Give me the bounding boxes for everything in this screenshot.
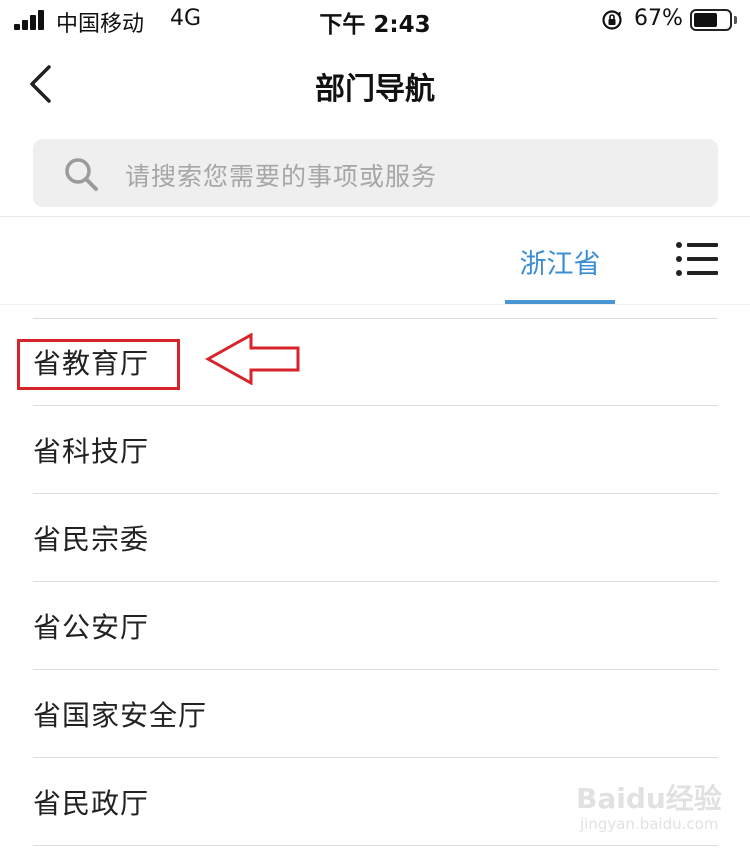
battery-percent: 67%: [634, 6, 683, 31]
list-item[interactable]: 省公安厅: [0, 582, 750, 670]
arrow-left-icon: [205, 333, 300, 385]
list-item[interactable]: 省民宗委: [0, 494, 750, 582]
department-list: 省教育厅 省科技厅 省民宗委 省公安厅 省国家安全厅 省民政厅: [0, 318, 750, 846]
battery-icon: [690, 9, 732, 31]
list-item-label: 省国家安全厅: [33, 699, 208, 732]
list-menu-icon[interactable]: [675, 241, 719, 277]
list-item[interactable]: 省国家安全厅: [0, 670, 750, 758]
list-item-label: 省民政厅: [33, 787, 150, 820]
divider: [0, 304, 750, 305]
watermark-url: jingyan.baidu.com: [580, 815, 719, 833]
watermark: Baidu经验 jingyan.baidu.com: [576, 771, 746, 841]
search-placeholder: 请搜索您需要的事项或服务: [125, 162, 438, 191]
tab-province[interactable]: 浙江省: [505, 216, 615, 304]
rotation-lock-icon: [602, 10, 622, 30]
battery-tip: [734, 16, 737, 24]
status-bar: 中国移动 4G 下午 2:43 67%: [0, 0, 750, 40]
divider: [0, 216, 750, 217]
tab-province-label: 浙江省: [519, 249, 601, 280]
list-item-label: 省民宗委: [33, 523, 150, 556]
page-title: 部门导航: [315, 72, 435, 107]
battery-level: [694, 13, 717, 27]
search-icon: [65, 158, 98, 191]
watermark-logo: Baidu经验: [576, 782, 722, 815]
list-item[interactable]: 省科技厅: [0, 406, 750, 494]
search-input[interactable]: 请搜索您需要的事项或服务: [33, 139, 718, 207]
list-item-label: 省公安厅: [33, 611, 150, 644]
list-item-label: 省科技厅: [33, 435, 150, 468]
highlight-box: [17, 339, 180, 390]
